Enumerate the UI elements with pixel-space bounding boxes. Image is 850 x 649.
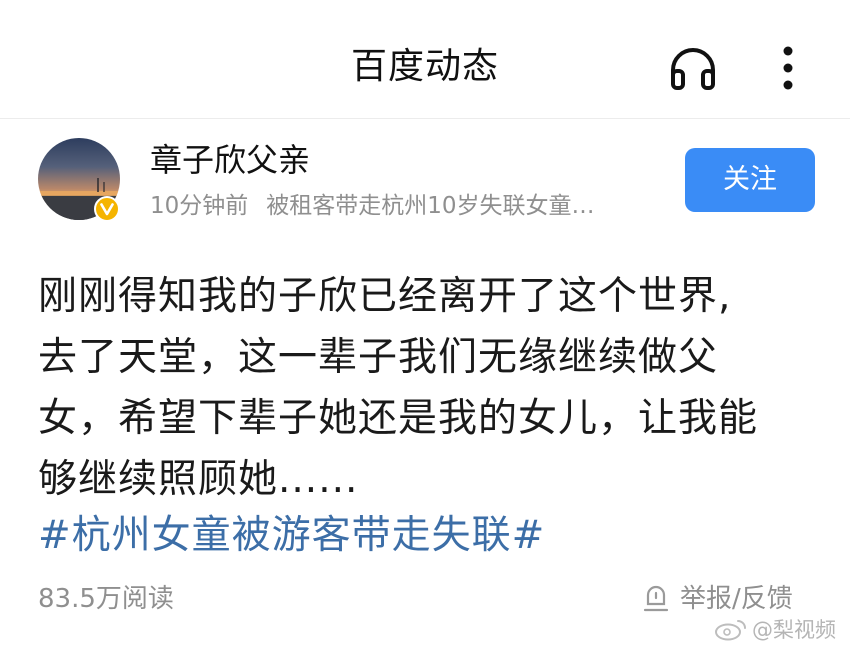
post-line: 去了天堂，这一辈子我们无缘继续做父	[38, 335, 719, 380]
post-time: 10分钟前	[150, 193, 249, 219]
read-count: 83.5万阅读	[38, 584, 174, 614]
headphones-icon[interactable]	[667, 44, 719, 92]
more-vertical-icon[interactable]	[770, 42, 806, 94]
author-name[interactable]: 章子欣父亲	[150, 138, 310, 182]
post-line: 刚刚得知我的子欣已经离开了这个世界,	[38, 274, 732, 319]
follow-button[interactable]: 关注	[685, 148, 815, 212]
verified-badge-icon	[94, 196, 120, 222]
hashtag-link[interactable]: #杭州女童被游客带走失联#	[38, 508, 545, 564]
report-label: 举报/反馈	[680, 584, 793, 614]
post-body: 刚刚得知我的子欣已经离开了这个世界, 去了天堂，这一辈子我们无缘继续做父 女，希…	[38, 266, 818, 510]
post-meta: 10分钟前 被租客带走杭州10岁失联女童…	[150, 190, 595, 222]
topic-preview-link[interactable]: 被租客带走杭州10岁失联女童…	[266, 193, 594, 219]
baidu-post-page: 百度动态 章子欣父亲 10分钟前 被租客带走杭州10岁失联女童… 关注 刚刚得知我…	[0, 0, 850, 649]
top-bar: 百度动态	[0, 0, 850, 119]
watermark: @梨视频	[714, 614, 836, 644]
weibo-logo-icon	[715, 620, 746, 641]
watermark-text: @梨视频	[752, 618, 836, 642]
post-line: 够继续照顾她......	[38, 457, 359, 502]
page-title: 百度动态	[350, 46, 499, 87]
post-line: 女，希望下辈子她还是我的女儿，让我能	[38, 396, 759, 441]
report-icon	[643, 585, 669, 612]
report-button[interactable]: 举报/反馈	[642, 581, 793, 617]
